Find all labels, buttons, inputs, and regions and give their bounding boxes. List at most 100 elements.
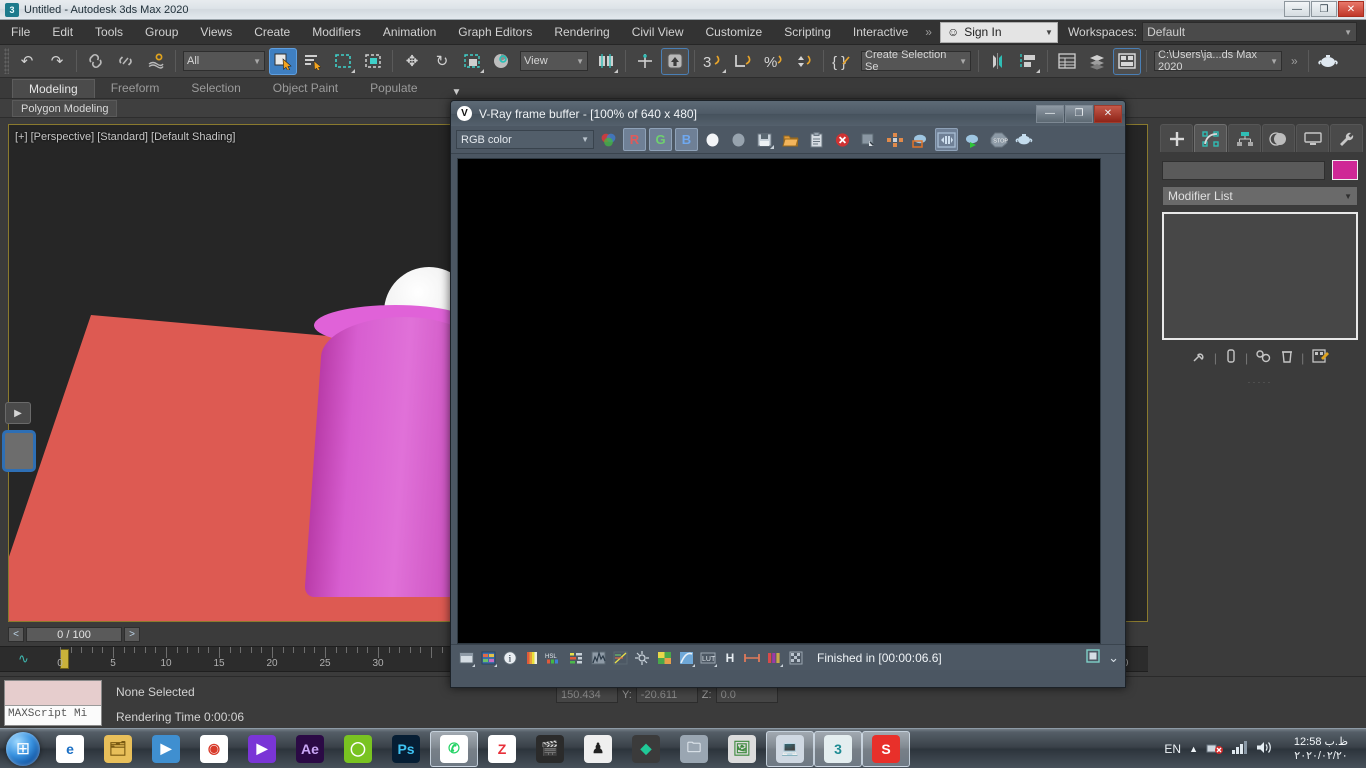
toggle-scene-explorer-button[interactable]: [1053, 48, 1081, 75]
vfb-white-balance-icon[interactable]: [633, 649, 651, 667]
next-frame-button[interactable]: >: [124, 626, 140, 642]
coord-x-value[interactable]: 150.434: [556, 686, 618, 703]
vfb-ocio-icon[interactable]: H: [721, 649, 739, 667]
select-and-rotate-button[interactable]: ↻: [428, 48, 456, 75]
maximize-button[interactable]: ❐: [1311, 1, 1337, 17]
angle-snap-toggle-button[interactable]: [730, 48, 758, 75]
taskbar-item-laptop-tool[interactable]: 💻: [766, 730, 814, 767]
coord-y-value[interactable]: -20.611: [635, 686, 698, 703]
mirror-button[interactable]: [984, 48, 1012, 75]
toolbar-grip[interactable]: [4, 48, 9, 74]
taskbar-item-3ds-max[interactable]: 3: [814, 730, 862, 767]
vfb-expand-icon[interactable]: ⌄: [1108, 650, 1119, 666]
vfb-duplicate-button[interactable]: [857, 128, 880, 151]
taskbar-item-sublime-text[interactable]: ◆: [622, 730, 670, 768]
network-icon[interactable]: [1206, 740, 1223, 758]
taskbar-item-counter-strike[interactable]: ♟: [574, 730, 622, 768]
minimize-button[interactable]: —: [1284, 1, 1310, 17]
menu-overflow-chevron[interactable]: »: [919, 25, 938, 39]
vfb-render-history-icon[interactable]: [479, 649, 497, 667]
language-indicator[interactable]: EN: [1164, 742, 1181, 756]
current-frame-field[interactable]: 0 / 100: [26, 626, 122, 642]
start-button[interactable]: ⊞: [0, 730, 46, 768]
vfb-channel-dropdown[interactable]: RGB color ▼: [456, 130, 594, 149]
named-selection-sets-button[interactable]: { }: [829, 48, 857, 75]
menu-civil-view[interactable]: Civil View: [621, 20, 695, 45]
ribbon-tab-modeling[interactable]: Modeling: [12, 79, 95, 98]
vfb-track-mouse-button[interactable]: [883, 128, 906, 151]
command-tab-display[interactable]: [1296, 124, 1329, 152]
show-hidden-icons-arrow[interactable]: ▲: [1189, 744, 1198, 754]
vfb-title-bar[interactable]: V V-Ray frame buffer - [100% of 640 x 48…: [451, 101, 1125, 126]
vfb-render-canvas[interactable]: [457, 158, 1101, 644]
vfb-save-image-button[interactable]: [753, 128, 776, 151]
toolbar-overflow-chevron[interactable]: »: [1285, 54, 1304, 68]
menu-edit[interactable]: Edit: [41, 20, 84, 45]
maxscript-output-pane[interactable]: [5, 681, 101, 705]
vfb-pixel-info-icon[interactable]: ii: [501, 649, 519, 667]
unlink-button[interactable]: [112, 48, 140, 75]
menu-modifiers[interactable]: Modifiers: [301, 20, 372, 45]
ribbon-tab-selection[interactable]: Selection: [175, 79, 256, 98]
taskbar-item-whatsapp[interactable]: ✆: [430, 730, 478, 767]
taskbar-item-google-chrome[interactable]: ◉: [190, 730, 238, 768]
vfb-icc-icon[interactable]: [765, 649, 783, 667]
menu-file[interactable]: File: [0, 20, 41, 45]
spinner-snap-toggle-button[interactable]: [790, 48, 818, 75]
reference-coord-dropdown[interactable]: View ▼: [520, 51, 588, 71]
vfb-horizontal-icon[interactable]: [743, 649, 761, 667]
menu-scripting[interactable]: Scripting: [773, 20, 842, 45]
snaps-toggle-3d-button[interactable]: 3: [700, 48, 728, 75]
vfb-follow-mouse-button[interactable]: [935, 128, 958, 151]
maxscript-input-pane[interactable]: MAXScript Mi: [5, 705, 101, 725]
reference-coordinate-button[interactable]: [488, 48, 516, 75]
select-and-move-button[interactable]: ✥: [398, 48, 426, 75]
workspaces-dropdown[interactable]: Default ▼: [1142, 22, 1358, 42]
vfb-blue-channel-button[interactable]: B: [675, 128, 698, 151]
redo-button[interactable]: ↷: [43, 48, 71, 75]
close-button[interactable]: ✕: [1338, 1, 1364, 17]
vfb-render-button[interactable]: [1013, 128, 1036, 151]
taskbar-item-file-explorer[interactable]: 🗂: [94, 730, 142, 768]
taskbar-item-zapya[interactable]: Z: [478, 730, 526, 768]
use-pivot-point-center-button[interactable]: [592, 48, 620, 75]
coord-z-value[interactable]: 0.0: [715, 686, 778, 703]
rectangular-selection-region-button[interactable]: [329, 48, 357, 75]
menu-rendering[interactable]: Rendering: [543, 20, 620, 45]
taskbar-item-mpc-be[interactable]: 🎬: [526, 730, 574, 768]
object-color-swatch[interactable]: [1332, 160, 1358, 180]
menu-create[interactable]: Create: [243, 20, 301, 45]
vfb-background-icon[interactable]: [787, 649, 805, 667]
taskbar-item-media-player[interactable]: ▶: [142, 730, 190, 768]
command-tab-create[interactable]: [1160, 124, 1193, 152]
object-name-field[interactable]: [1162, 160, 1325, 180]
make-unique-icon[interactable]: [1255, 348, 1273, 367]
select-and-link-button[interactable]: [82, 48, 110, 75]
viewport-play-button[interactable]: ▶: [5, 402, 31, 424]
ribbon-tab-populate[interactable]: Populate: [354, 79, 433, 98]
taskbar-item-recycle-app[interactable]: ◯: [334, 730, 382, 768]
menu-animation[interactable]: Animation: [372, 20, 447, 45]
ribbon-dropdown-icon[interactable]: ▼: [452, 87, 462, 98]
command-tab-utilities[interactable]: [1330, 124, 1363, 152]
menu-interactive[interactable]: Interactive: [842, 20, 919, 45]
select-object-button[interactable]: [269, 47, 297, 75]
vfb-clear-image-button[interactable]: [831, 128, 854, 151]
signal-icon[interactable]: [1231, 740, 1248, 758]
taskbar-item-snagit[interactable]: S: [862, 730, 910, 767]
vfb-hsl-icon[interactable]: HSL: [545, 649, 563, 667]
vray-frame-buffer-window[interactable]: V V-Ray frame buffer - [100% of 640 x 48…: [450, 100, 1126, 688]
create-selection-set-dropdown[interactable]: Create Selection Se ▼: [861, 49, 971, 73]
viewport-cube-button[interactable]: [2, 430, 36, 472]
toggle-layer-explorer-button[interactable]: [1083, 48, 1111, 75]
taskbar-item-image-viewer[interactable]: 🖼: [718, 730, 766, 768]
vfb-monochrome-button[interactable]: [727, 128, 750, 151]
undo-button[interactable]: ↶: [13, 48, 41, 75]
pin-stack-icon[interactable]: [1191, 348, 1207, 367]
open-mini-curve-editor-icon[interactable]: ∿: [18, 651, 29, 667]
vfb-color-corrections-icon[interactable]: [523, 649, 541, 667]
vfb-green-channel-button[interactable]: G: [649, 128, 672, 151]
modifier-stack-list[interactable]: [1162, 212, 1358, 340]
vfb-maximize-button[interactable]: ❐: [1065, 104, 1093, 123]
vfb-lut-icon[interactable]: LUT: [699, 649, 717, 667]
